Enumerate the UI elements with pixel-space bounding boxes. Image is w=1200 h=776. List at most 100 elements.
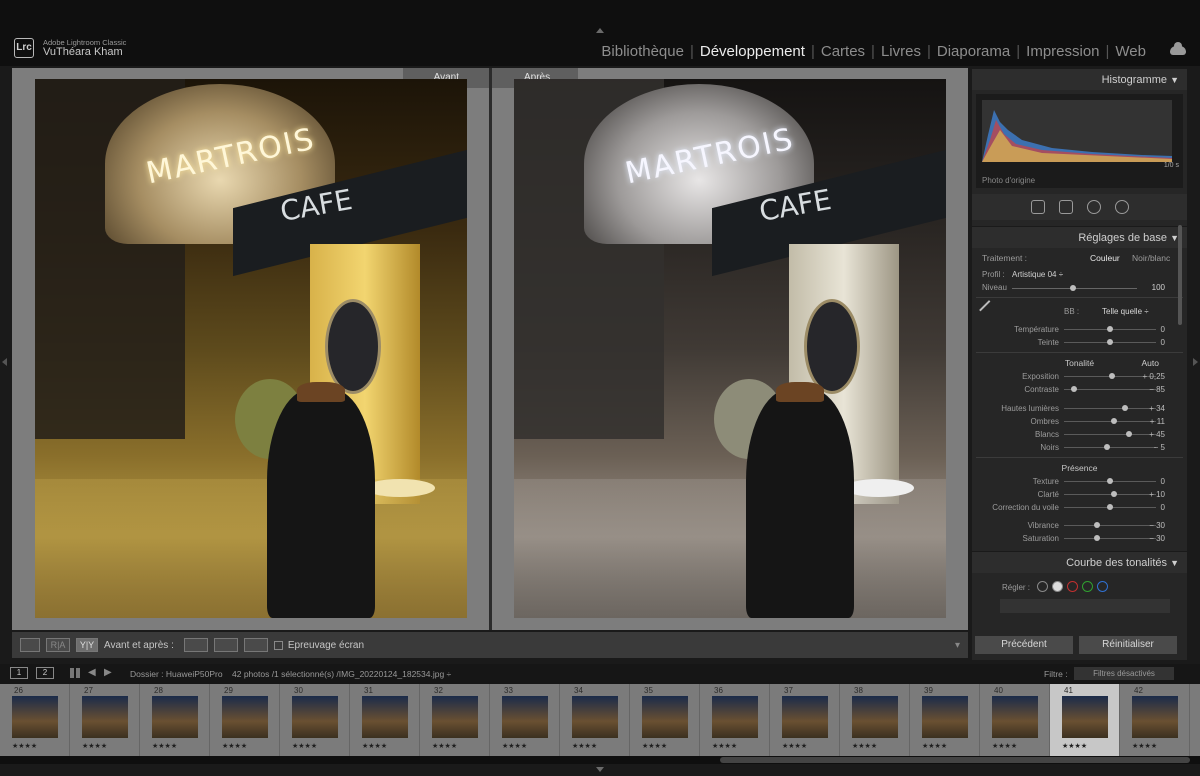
after-photo[interactable]: MARTROIS CAFE (514, 79, 946, 618)
crop-icon[interactable] (1030, 200, 1045, 214)
filmstrip-thumbnail[interactable]: 39 ★★★★ (910, 684, 980, 756)
adjustment-slider[interactable] (1064, 522, 1156, 528)
previous-button[interactable]: Précédent (975, 636, 1073, 654)
filmstrip-thumbnail[interactable]: 33 ★★★★ (490, 684, 560, 756)
collapse-bottom-arrow-icon[interactable] (596, 767, 604, 772)
loupe-view-button[interactable] (20, 638, 40, 652)
parametric-curve-icon[interactable] (1037, 581, 1048, 592)
selection-count[interactable]: 42 photos /1 sélectionné(s) /IMG_2022012… (232, 669, 451, 679)
slider-knob[interactable] (1094, 535, 1101, 541)
collapse-chevron-icon[interactable]: ▼ (1170, 552, 1179, 574)
thumbnail-image[interactable] (222, 696, 268, 738)
copy-before-to-after-button[interactable] (183, 638, 208, 652)
slider-knob[interactable] (1107, 339, 1113, 345)
collapse-top-arrow-icon[interactable] (596, 28, 604, 33)
filmstrip-thumbnail[interactable]: 37 ★★★★ (770, 684, 840, 756)
thumbnail-image[interactable] (852, 696, 898, 738)
slider-value[interactable]: + 34 (1149, 404, 1165, 413)
thumbnail-image[interactable] (502, 696, 548, 738)
heal-icon[interactable] (1058, 200, 1073, 214)
original-photo-checkbox[interactable]: Photo d'origine (982, 176, 1035, 185)
mask-icon[interactable] (1114, 200, 1129, 214)
slider-knob[interactable] (1111, 418, 1118, 424)
filter-select[interactable]: Filtres désactivés (1074, 667, 1174, 680)
filmstrip-thumbnail[interactable]: 35 ★★★★ (630, 684, 700, 756)
slider-knob[interactable] (1125, 431, 1132, 437)
slider-value[interactable]: + 10 (1149, 490, 1165, 499)
filmstrip-thumbnail[interactable]: 40 ★★★★ (980, 684, 1050, 756)
module-cartes[interactable]: Cartes (815, 43, 871, 60)
filmstrip-thumbnail[interactable]: 28 ★★★★ (140, 684, 210, 756)
cloud-icon[interactable] (1170, 42, 1186, 55)
thumbnail-image[interactable] (12, 696, 58, 738)
adjustment-slider[interactable] (1064, 326, 1156, 332)
slider-value[interactable]: 0 (1161, 477, 1165, 486)
filmstrip-scrollbar[interactable] (0, 756, 1200, 764)
green-channel-icon[interactable] (1082, 581, 1093, 592)
red-channel-icon[interactable] (1067, 581, 1078, 592)
slider-knob[interactable] (1104, 444, 1111, 450)
copy-after-to-before-button[interactable] (213, 638, 238, 652)
adjustment-slider[interactable] (1064, 339, 1156, 345)
collapse-chevron-icon[interactable]: ▼ (1170, 69, 1179, 91)
forward-arrow-icon[interactable]: ▶ (104, 667, 112, 678)
curve-graph[interactable] (1000, 599, 1170, 613)
filmstrip-thumbnail[interactable]: 41 ★★★★ (1050, 684, 1120, 756)
toolbar-menu-chevron-icon[interactable]: ▾ (955, 640, 960, 651)
collapse-right-arrow-icon[interactable] (1193, 358, 1198, 366)
profile-select[interactable]: Artistique 04 ÷ (1012, 270, 1063, 279)
page-1-button[interactable]: 1 (10, 667, 28, 679)
slider-knob[interactable] (1070, 386, 1077, 392)
thumbnail-image[interactable] (992, 696, 1038, 738)
filmstrip-thumbnail[interactable]: 29 ★★★★ (210, 684, 280, 756)
amount-slider[interactable] (1012, 285, 1137, 291)
slider-value[interactable]: − 85 (1149, 385, 1165, 394)
slider-knob[interactable] (1111, 491, 1118, 497)
adjustment-slider[interactable] (1064, 418, 1156, 424)
module-developpement[interactable]: Développement (694, 43, 811, 60)
thumbnail-image[interactable] (152, 696, 198, 738)
before-photo[interactable]: MARTROIS CAFE (35, 79, 467, 618)
filmstrip-thumbnail[interactable]: 42 ★★★★ (1120, 684, 1190, 756)
tone-curve-header[interactable]: Courbe des tonalités ▼ (972, 551, 1187, 573)
treatment-color-button[interactable]: Couleur (1090, 253, 1120, 263)
filmstrip-thumbnail[interactable]: 36 ★★★★ (700, 684, 770, 756)
thumbnail-image[interactable] (922, 696, 968, 738)
slider-knob[interactable] (1108, 373, 1115, 379)
eyedropper-icon[interactable] (979, 300, 999, 320)
thumbnail-image[interactable] (432, 696, 478, 738)
filmstrip-thumbnail[interactable]: 34 ★★★★ (560, 684, 630, 756)
reset-button[interactable]: Réinitialiser (1079, 636, 1177, 654)
thumbnail-image[interactable] (1062, 696, 1108, 738)
redeye-icon[interactable] (1086, 200, 1101, 214)
slider-value[interactable]: + 0,25 (1143, 372, 1165, 381)
before-after-lr-button[interactable]: R|A (46, 638, 70, 652)
thumbnail-image[interactable] (572, 696, 618, 738)
auto-button[interactable]: Auto (1142, 356, 1160, 370)
slider-value[interactable]: 0 (1161, 503, 1165, 512)
grid-view-icon[interactable] (70, 668, 80, 678)
slider-value[interactable]: + 45 (1149, 430, 1165, 439)
slider-value[interactable]: 0 (1161, 325, 1165, 334)
slider-value[interactable]: − 5 (1154, 443, 1165, 452)
histogram-header[interactable]: Histogramme ▼ (972, 68, 1187, 90)
filmstrip-thumbnail[interactable]: 26 ★★★★ (0, 684, 70, 756)
filmstrip-thumbnail[interactable]: 38 ★★★★ (840, 684, 910, 756)
adjustment-slider[interactable] (1064, 535, 1156, 541)
slider-knob[interactable] (1121, 405, 1128, 411)
thumbnail-image[interactable] (712, 696, 758, 738)
slider-value[interactable]: − 30 (1149, 534, 1165, 543)
slider-knob[interactable] (1107, 326, 1113, 332)
adjustment-slider[interactable] (1064, 504, 1156, 510)
module-impression[interactable]: Impression (1020, 43, 1105, 60)
before-after-split-button[interactable]: Y|Y (76, 638, 98, 652)
slider-knob[interactable] (1107, 478, 1113, 484)
basic-header[interactable]: Réglages de base ▼ (972, 226, 1187, 248)
folder-path[interactable]: Dossier : HuaweiP50Pro (130, 669, 223, 679)
module-web[interactable]: Web (1109, 43, 1152, 60)
filmstrip-thumbnail[interactable]: 31 ★★★★ (350, 684, 420, 756)
module-livres[interactable]: Livres (875, 43, 927, 60)
adjustment-slider[interactable] (1064, 405, 1156, 411)
soft-proof-checkbox[interactable] (273, 640, 283, 650)
thumbnail-image[interactable] (292, 696, 338, 738)
